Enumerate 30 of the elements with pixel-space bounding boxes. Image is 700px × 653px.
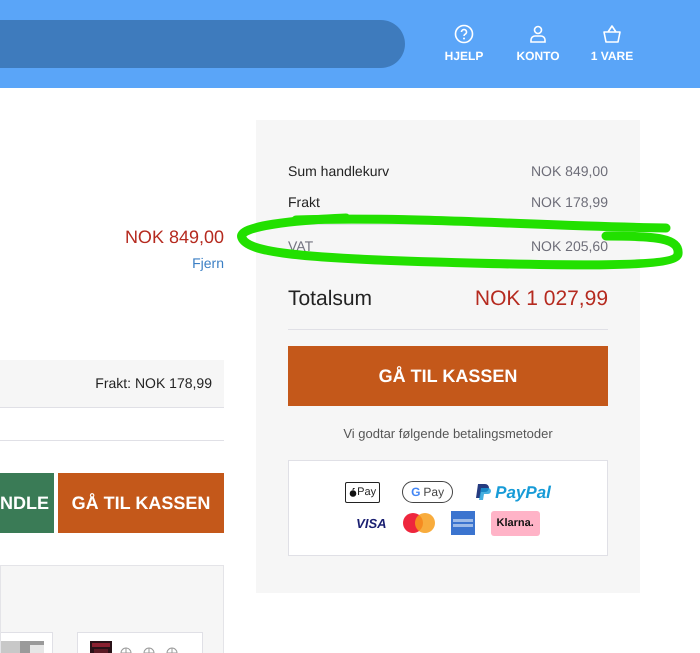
shipping-text: Frakt: NOK 178,99 — [95, 374, 212, 393]
summary-value: NOK 849,00 — [530, 162, 608, 181]
summary-label: VAT — [288, 237, 314, 256]
apple-pay-logo: Pay — [345, 482, 380, 502]
mastercard-logo — [402, 513, 435, 534]
google-pay-logo: G Pay — [402, 481, 454, 504]
nav-link[interactable]: 1 VARE — [575, 22, 649, 66]
summary-value: NOK 178,99 — [530, 193, 608, 212]
google-g-mark: G — [411, 485, 420, 500]
search-field[interactable] — [0, 20, 405, 68]
remove-link[interactable]: Fjern — [192, 253, 224, 274]
total-value: NOK 1 027,99 — [474, 286, 608, 312]
visa-logo: VISA — [356, 514, 387, 532]
help-icon — [454, 24, 474, 44]
payment-note: Vi godtar følgende betalingsmetoder — [342, 425, 554, 443]
checkout-button[interactable]: GÅ TIL KASSEN — [288, 346, 608, 406]
continue-button[interactable]: NDLE — [0, 473, 54, 533]
total-label: Totalsum — [288, 286, 372, 312]
basket-icon — [602, 24, 622, 44]
paypal-logo: PayPal — [475, 480, 551, 505]
summary-value: NOK 205,60 — [530, 237, 608, 256]
klarna-logo: Klarna. — [490, 511, 540, 536]
nav-link[interactable]: HJELP — [427, 22, 501, 66]
price-text: NOK 849,00 — [124, 226, 224, 249]
summary-label: Sum handlekurv — [288, 162, 390, 181]
nav-link[interactable]: KONTO — [501, 22, 575, 66]
person-icon — [528, 24, 548, 44]
summary-label: Frakt — [288, 193, 320, 212]
checkout-button[interactable]: GÅ TIL KASSEN — [58, 473, 224, 533]
amex-logo — [450, 511, 475, 536]
